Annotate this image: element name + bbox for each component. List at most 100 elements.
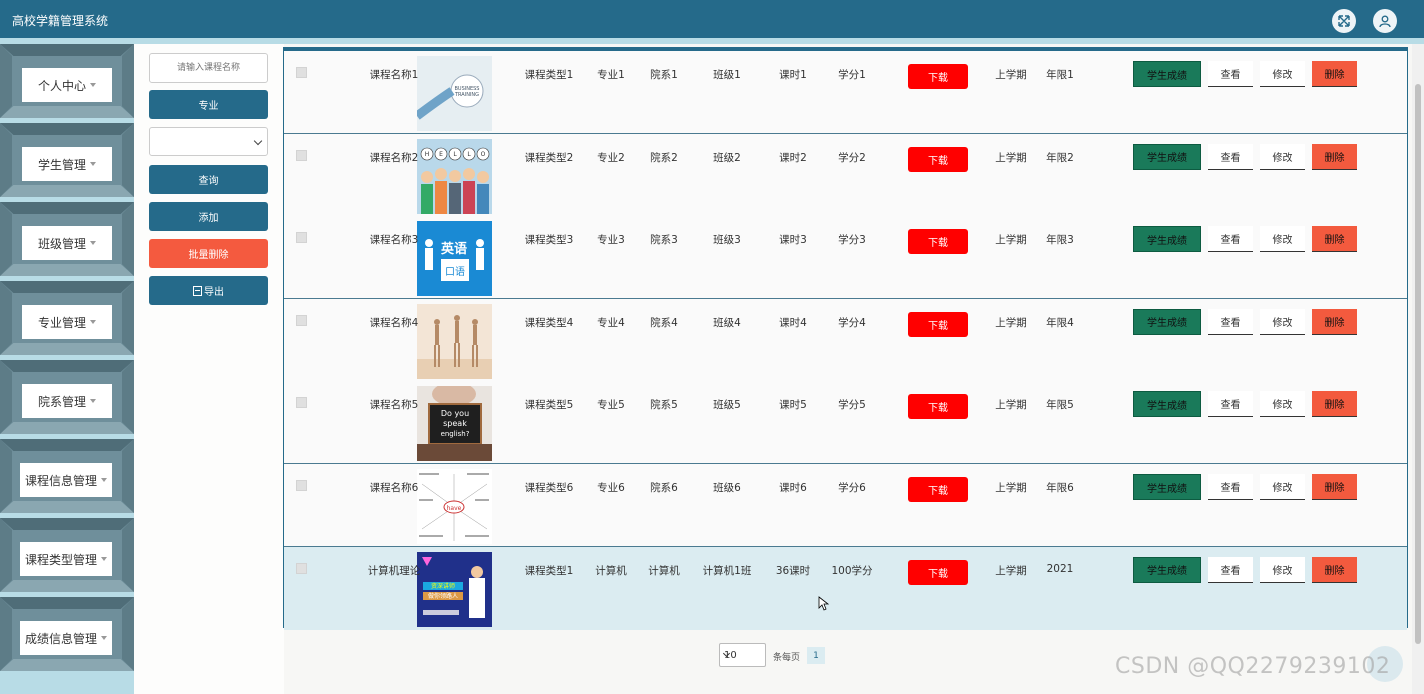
- download-button[interactable]: 下载: [908, 64, 968, 89]
- sidebar-item-label-box[interactable]: 专业管理: [22, 305, 112, 339]
- edit-button[interactable]: 修改: [1260, 391, 1305, 418]
- sidebar-item-label-box[interactable]: 学生管理: [22, 147, 112, 181]
- download-button[interactable]: 下载: [908, 311, 968, 337]
- table-row[interactable]: have 课程名称6 课程类型6 专业6 院系6 班级6 课时6 学分6 上学期 年限6 下载 学生成…: [284, 464, 1407, 547]
- table-row[interactable]: Do you speak english? 课程名称5 课程类型5 专业5 院系5 班级5 课时…: [284, 381, 1407, 465]
- row-checkbox[interactable]: [296, 480, 307, 491]
- sidebar-item-3[interactable]: 专业管理: [0, 281, 134, 359]
- delete-button[interactable]: 删除: [1312, 226, 1357, 253]
- menu-bevel: [0, 264, 134, 276]
- cell-dept: 院系4: [650, 316, 678, 329]
- cell-hours: 课时1: [779, 69, 807, 81]
- view-button[interactable]: 查看: [1208, 474, 1253, 500]
- edit-button[interactable]: 修改: [1260, 143, 1305, 170]
- edit-button[interactable]: 修改: [1260, 226, 1305, 253]
- app-title: 高校学籍管理系统: [12, 14, 109, 28]
- delete-button[interactable]: 删除: [1312, 391, 1357, 418]
- cell-credit: 学分5: [838, 399, 866, 412]
- table-row[interactable]: 资深讲师 做你领路人 计算机理论 课程类型1 计算机 计算机 计算机1班 36课时 100学分 上…: [284, 546, 1407, 630]
- sidebar-item-label-box[interactable]: 成绩信息管理: [20, 621, 112, 655]
- page-number-1[interactable]: 1: [807, 647, 825, 664]
- edit-button[interactable]: 修改: [1260, 556, 1305, 583]
- student-grade-button[interactable]: 学生成绩: [1133, 474, 1201, 500]
- course-name-search-input[interactable]: [149, 53, 268, 83]
- cell-class: 班级2: [713, 151, 741, 164]
- download-button[interactable]: 下载: [908, 229, 968, 255]
- delete-button[interactable]: 删除: [1312, 143, 1357, 170]
- download-button[interactable]: 下载: [908, 559, 968, 585]
- edit-button[interactable]: 修改: [1260, 308, 1305, 335]
- download-button[interactable]: 下载: [908, 394, 968, 420]
- per-page-label: 条每页: [773, 653, 801, 663]
- sidebar-item-label-box[interactable]: 个人中心: [22, 68, 112, 102]
- user-button[interactable]: [1373, 9, 1397, 33]
- sidebar-item-1[interactable]: 学生管理: [0, 123, 134, 201]
- view-button[interactable]: 查看: [1208, 308, 1253, 335]
- view-button[interactable]: 查看: [1208, 391, 1253, 418]
- delete-button[interactable]: 删除: [1312, 474, 1357, 500]
- cell-term: 上学期: [995, 399, 1027, 412]
- batch-delete-button[interactable]: 批量删除: [149, 239, 268, 268]
- download-button[interactable]: 下载: [908, 477, 968, 502]
- major-button[interactable]: 专业: [149, 90, 268, 119]
- delete-button[interactable]: 删除: [1312, 61, 1357, 87]
- cell-class: 计算机1班: [702, 564, 752, 577]
- cell-hours: 课时6: [779, 482, 807, 494]
- cell-name: 课程名称3: [369, 234, 419, 247]
- row-checkbox[interactable]: [296, 149, 307, 161]
- download-button[interactable]: 下载: [908, 146, 968, 172]
- table-row[interactable]: H E L L O 课程名称2 课程类型2 专业2 院系2 班级2 课时2 学分2 上学期 年限2 下载 学生…: [284, 133, 1407, 217]
- table-row[interactable]: BUSINESS TRAINING 课程名称1 课程类型1 专业1 院系1 班级1 课时1 学分…: [284, 51, 1407, 134]
- edit-button[interactable]: 修改: [1260, 61, 1305, 87]
- cell-major: 计算机: [595, 564, 627, 577]
- view-button[interactable]: 查看: [1208, 226, 1253, 253]
- row-checkbox[interactable]: [296, 67, 307, 78]
- sidebar-item-label-box[interactable]: 课程类型管理: [20, 542, 112, 576]
- cell-type: 课程类型2: [524, 151, 574, 164]
- row-checkbox[interactable]: [296, 397, 307, 409]
- cell-hours: 课时4: [779, 316, 807, 329]
- query-button[interactable]: 查询: [149, 165, 268, 194]
- table-row[interactable]: 课程名称4 课程类型4 专业4 院系4 班级4 课时4 学分4 上学期 年限4 下载 学生成绩 查看修…: [284, 298, 1407, 382]
- cell-credit: 学分1: [838, 69, 866, 81]
- sidebar-item-7[interactable]: 成绩信息管理: [0, 597, 134, 675]
- page-size-select[interactable]: 10: [719, 643, 766, 667]
- student-grade-button[interactable]: 学生成绩: [1133, 226, 1201, 253]
- cell-type: 课程类型1: [524, 69, 574, 81]
- sidebar-item-6[interactable]: 课程类型管理: [0, 518, 134, 596]
- sidebar-item-4[interactable]: 院系管理: [0, 360, 134, 438]
- student-grade-button[interactable]: 学生成绩: [1133, 391, 1201, 418]
- sidebar-item-0[interactable]: 个人中心: [0, 44, 134, 122]
- view-button[interactable]: 查看: [1208, 61, 1253, 87]
- scrollbar-thumb[interactable]: [1415, 84, 1421, 644]
- user-icon: [1379, 15, 1391, 28]
- delete-button[interactable]: 删除: [1312, 556, 1357, 583]
- edit-button[interactable]: 修改: [1260, 474, 1305, 500]
- view-button[interactable]: 查看: [1208, 143, 1253, 170]
- svg-text:英语: 英语: [440, 241, 467, 257]
- student-grade-button[interactable]: 学生成绩: [1133, 61, 1201, 87]
- export-button[interactable]: 导出: [149, 276, 268, 305]
- table-row[interactable]: 英语 口语 课程名称3 课程类型3 专业3 院系3 班级3 课时3 学分3 上学期 年限3 下载 学生成…: [284, 216, 1407, 300]
- sidebar-item-label-box[interactable]: 院系管理: [22, 384, 112, 418]
- top-header: 高校学籍管理系统: [0, 0, 1424, 38]
- major-select[interactable]: [149, 127, 268, 156]
- row-checkbox[interactable]: [296, 232, 307, 244]
- sidebar-item-label-box[interactable]: 课程信息管理: [20, 463, 112, 497]
- sidebar-item-2[interactable]: 班级管理: [0, 202, 134, 280]
- student-grade-button[interactable]: 学生成绩: [1133, 556, 1201, 583]
- sidebar-item-5[interactable]: 课程信息管理: [0, 439, 134, 517]
- cell-hours: 课时3: [779, 234, 807, 247]
- cell-term: 上学期: [995, 316, 1027, 329]
- view-button[interactable]: 查看: [1208, 556, 1253, 583]
- row-checkbox[interactable]: [296, 562, 307, 574]
- row-checkbox[interactable]: [296, 314, 307, 326]
- student-grade-button[interactable]: 学生成绩: [1133, 143, 1201, 170]
- sidebar-item-label-box[interactable]: 班级管理: [22, 226, 112, 260]
- delete-button[interactable]: 删除: [1312, 308, 1357, 335]
- add-button[interactable]: 添加: [149, 202, 268, 231]
- student-grade-button[interactable]: 学生成绩: [1133, 308, 1201, 335]
- menu-bevel: [0, 360, 134, 372]
- vertical-scrollbar[interactable]: [1412, 44, 1424, 694]
- fullscreen-button[interactable]: [1332, 9, 1356, 33]
